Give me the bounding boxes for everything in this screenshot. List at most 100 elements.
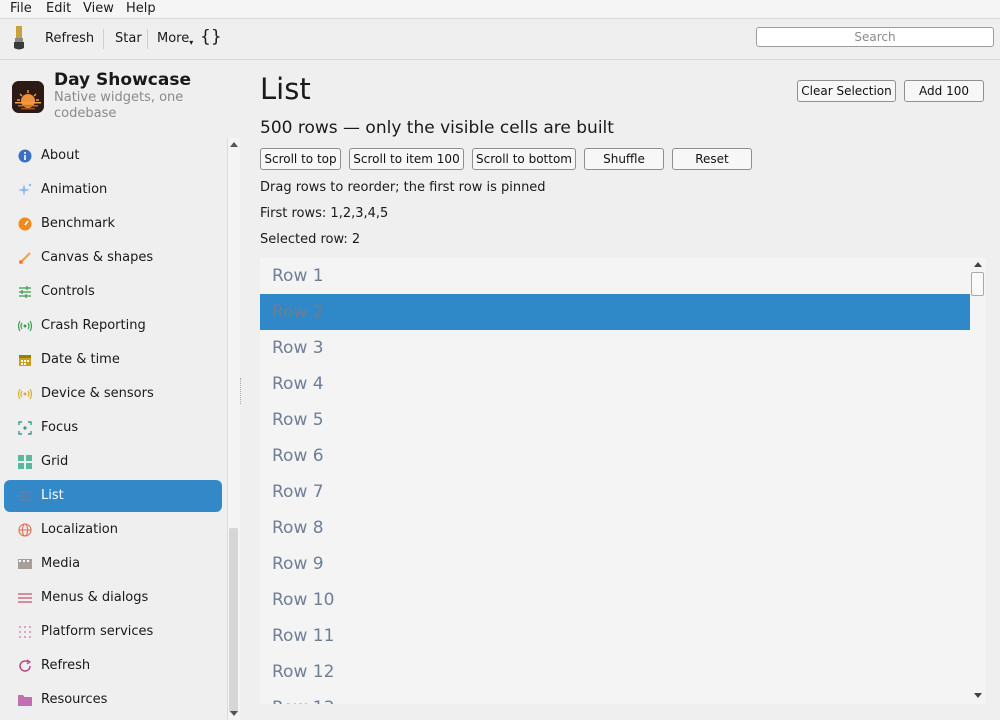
sidebar-item-grid[interactable]: Grid [4,446,222,478]
sidebar-item-label: Media [41,556,81,571]
app-logo-icon [12,81,44,113]
sidebar-item-platform-services[interactable]: Platform services [4,616,222,648]
scroll-down-icon[interactable] [974,693,982,698]
sidebar-item-label: Crash Reporting [41,318,146,333]
menu-view[interactable]: View [83,1,114,16]
sidebar-item-label: Benchmark [41,216,116,231]
list-row[interactable]: Row 9 [260,546,970,582]
sidebar-scrollbar[interactable] [227,138,240,720]
scroll-up-icon[interactable] [974,262,982,267]
page-title: List [260,72,311,106]
sidebar-item-focus[interactable]: Focus [4,412,222,444]
sidebar-item-media[interactable]: Media [4,548,222,580]
more-label: More [157,31,190,46]
sidebar-item-label: Focus [41,420,79,435]
list-row[interactable]: Row 11 [260,618,970,654]
sidebar-item-localization[interactable]: Localization [4,514,222,546]
shuffle-button[interactable]: Shuffle [584,148,664,170]
toolbar-separator [147,29,148,49]
search-input[interactable] [756,27,994,47]
sidebar-item-label: List [41,488,64,503]
scroll-down-icon[interactable] [230,711,238,716]
add-100-button[interactable]: Add 100 [904,80,984,102]
sidebar-item-controls[interactable]: Controls [4,276,222,308]
scrollbar-thumb[interactable] [229,528,238,713]
list-row[interactable]: Row 2 [260,294,970,330]
sidebar-item-about[interactable]: About [4,140,222,172]
list-row[interactable]: Row 4 [260,366,970,402]
sidebar-item-label: Localization [41,522,118,537]
toolbar: Refresh Star More▾ {} [0,19,1000,60]
app-title: Day Showcase [54,70,191,90]
sidebar-item-date-time[interactable]: Date & time [4,344,222,376]
dots-grid-icon [19,626,31,638]
scroll-to-item-button[interactable]: Scroll to item 100 [349,148,464,170]
folder-icon [18,695,32,706]
info-icon [18,149,32,163]
list-row[interactable]: Row 13 [260,690,970,704]
menu-file[interactable]: File [10,1,32,16]
menu-icon [18,593,32,603]
virtual-list[interactable]: Row 1 Row 2 Row 3 Row 4 Row 5 Row 6 Row 7 Row 8… [260,258,970,704]
sidebar-item-list[interactable]: List [4,480,222,512]
sidebar-item-resources[interactable]: Resources [4,684,222,716]
menu-help[interactable]: Help [126,1,156,16]
star-button[interactable]: Star [115,31,142,46]
pane-splitter[interactable] [240,378,245,404]
sidebar-item-label: Refresh [41,658,91,673]
list-row-label: Row 7 [272,482,324,502]
list-row-label: Row 2 [272,302,324,322]
drag-hint: Drag rows to reorder; the first row is p… [260,180,546,195]
clear-selection-button[interactable]: Clear Selection [797,80,896,102]
sidebar-item-label: Animation [41,182,108,197]
sidebar-item-benchmark[interactable]: Benchmark [4,208,222,240]
list-row[interactable]: Row 5 [260,402,970,438]
list-row-label: Row 6 [272,446,324,466]
focus-icon [18,421,32,435]
list-row-label: Row 10 [272,590,335,610]
list-row[interactable]: Row 7 [260,474,970,510]
refresh-icon [19,659,32,672]
list-row[interactable]: Row 6 [260,438,970,474]
braces-icon[interactable]: {} [200,27,222,47]
scroll-up-icon[interactable] [230,142,238,147]
scroll-to-top-button[interactable]: Scroll to top [260,148,341,170]
sidebar-item-crash-reporting[interactable]: Crash Reporting [4,310,222,342]
sidebar-nav: About Animation Benchmark Canvas & shape… [0,138,226,720]
sidebar-item-device-sensors[interactable]: Device & sensors [4,378,222,410]
sparkle-icon [18,183,32,196]
list-row[interactable]: Row 3 [260,330,970,366]
reset-button[interactable]: Reset [672,148,752,170]
refresh-button[interactable]: Refresh [45,31,94,46]
sidebar-item-menus-dialogs[interactable]: Menus & dialogs [4,582,222,614]
list-row-label: Row 4 [272,374,324,394]
toolbar-separator [103,29,104,49]
more-button[interactable]: More▾ [157,31,193,47]
brush-icon [19,252,31,264]
menu-bar: File Edit View Help [0,0,1000,19]
sidebar-item-refresh[interactable]: Refresh [4,650,222,682]
calendar-icon [19,355,31,366]
gauge-icon [18,217,32,231]
paintbrush-icon[interactable] [12,26,26,50]
sidebar-item-label: Canvas & shapes [41,250,154,265]
list-row[interactable]: Row 10 [260,582,970,618]
sensor-icon [18,388,32,400]
list-scrollbar[interactable] [970,258,986,704]
scroll-to-bottom-button[interactable]: Scroll to bottom [472,148,576,170]
scrollbar-thumb[interactable] [971,272,984,296]
sidebar-item-animation[interactable]: Animation [4,174,222,206]
sidebar-item-canvas[interactable]: Canvas & shapes [4,242,222,274]
grid-icon [18,455,32,469]
list-row[interactable]: Row 8 [260,510,970,546]
sidebar-item-label: Date & time [41,352,120,367]
globe-icon [18,523,32,537]
list-row[interactable]: Row 1 [260,258,970,294]
list-row-label: Row 3 [272,338,324,358]
menu-edit[interactable]: Edit [46,1,71,16]
sidebar-item-label: Grid [41,454,69,469]
list-row[interactable]: Row 12 [260,654,970,690]
app-subtitle: Native widgets, one codebase [54,90,184,121]
signal-icon [18,320,32,332]
list-row-label: Row 8 [272,518,324,538]
